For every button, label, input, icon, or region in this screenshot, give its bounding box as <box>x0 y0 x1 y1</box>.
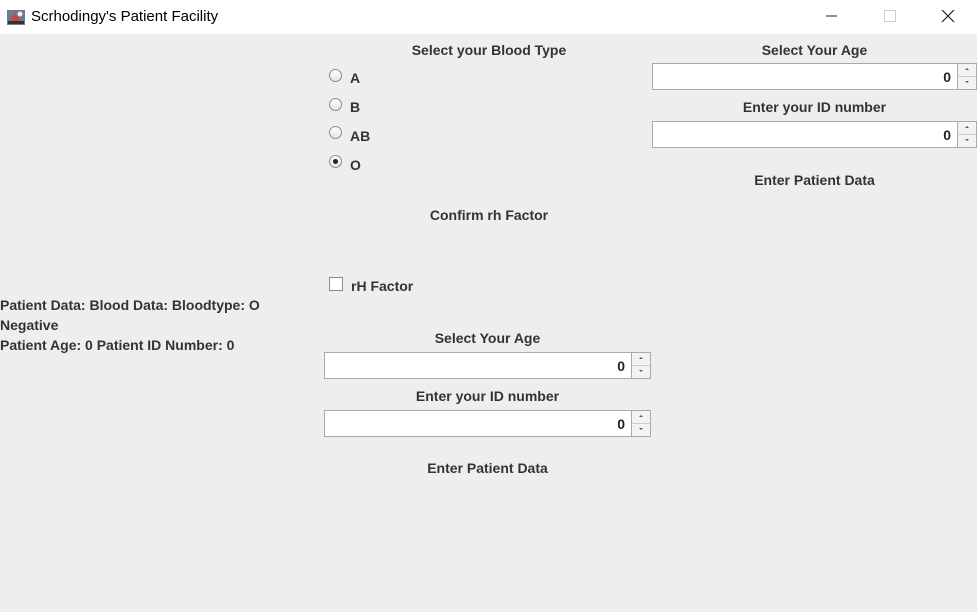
center-id-spinner[interactable]: 0 <box>324 410 651 437</box>
spinner-down-arrow-icon[interactable] <box>632 423 650 435</box>
spinner-arrows[interactable] <box>957 64 976 89</box>
rh-factor-checkbox[interactable] <box>329 277 343 291</box>
close-icon <box>941 10 955 23</box>
spinner-value[interactable]: 0 <box>943 127 951 143</box>
right-age-spinner[interactable]: 0 <box>652 63 977 90</box>
center-enter-patient-data-button[interactable]: Enter Patient Data <box>324 460 651 476</box>
radio-button[interactable] <box>329 126 342 139</box>
radio-button[interactable] <box>329 69 342 82</box>
minimize-button[interactable] <box>803 0 861 34</box>
rh-heading: Confirm rh Factor <box>429 207 549 223</box>
radio-label: A <box>350 70 361 86</box>
spinner-value[interactable]: 0 <box>617 416 625 432</box>
radio-label: B <box>350 99 361 115</box>
right-age-heading: Select Your Age <box>761 42 868 58</box>
spinner-arrows[interactable] <box>957 122 976 147</box>
close-button[interactable] <box>919 0 977 34</box>
rh-factor-label: rH Factor <box>351 278 414 294</box>
patient-data-line-1: Patient Data: Blood Data: Bloodtype: O <box>0 297 260 313</box>
maximize-button[interactable] <box>861 0 919 34</box>
radio-button-selected[interactable] <box>329 155 342 168</box>
maximize-icon <box>884 10 896 22</box>
radio-label: AB <box>350 128 371 144</box>
spinner-down-arrow-icon[interactable] <box>958 134 976 146</box>
right-enter-patient-data-button[interactable]: Enter Patient Data <box>652 172 977 188</box>
spinner-arrows[interactable] <box>631 353 650 378</box>
right-id-heading: Enter your ID number <box>742 99 887 115</box>
patient-data-line-3: Patient Age: 0 Patient ID Number: 0 <box>0 337 235 353</box>
blood-type-heading: Select your Blood Type <box>411 42 567 58</box>
center-age-spinner[interactable]: 0 <box>324 352 651 379</box>
title-bar: Scrhodingy's Patient Facility <box>0 0 977 34</box>
spinner-arrows[interactable] <box>631 411 650 436</box>
radio-label: O <box>350 157 361 173</box>
window-title: Scrhodingy's Patient Facility <box>31 8 219 25</box>
java-app-icon <box>6 7 26 27</box>
spinner-down-arrow-icon[interactable] <box>632 365 650 377</box>
right-id-spinner[interactable]: 0 <box>652 121 977 148</box>
minimize-icon <box>826 15 837 17</box>
spinner-down-arrow-icon[interactable] <box>958 76 976 88</box>
spinner-value[interactable]: 0 <box>943 69 951 85</box>
center-id-heading: Enter your ID number <box>415 388 560 404</box>
spinner-value[interactable]: 0 <box>617 358 625 374</box>
center-age-heading: Select Your Age <box>434 330 541 346</box>
radio-button[interactable] <box>329 98 342 111</box>
patient-data-line-2: Negative <box>0 317 59 333</box>
